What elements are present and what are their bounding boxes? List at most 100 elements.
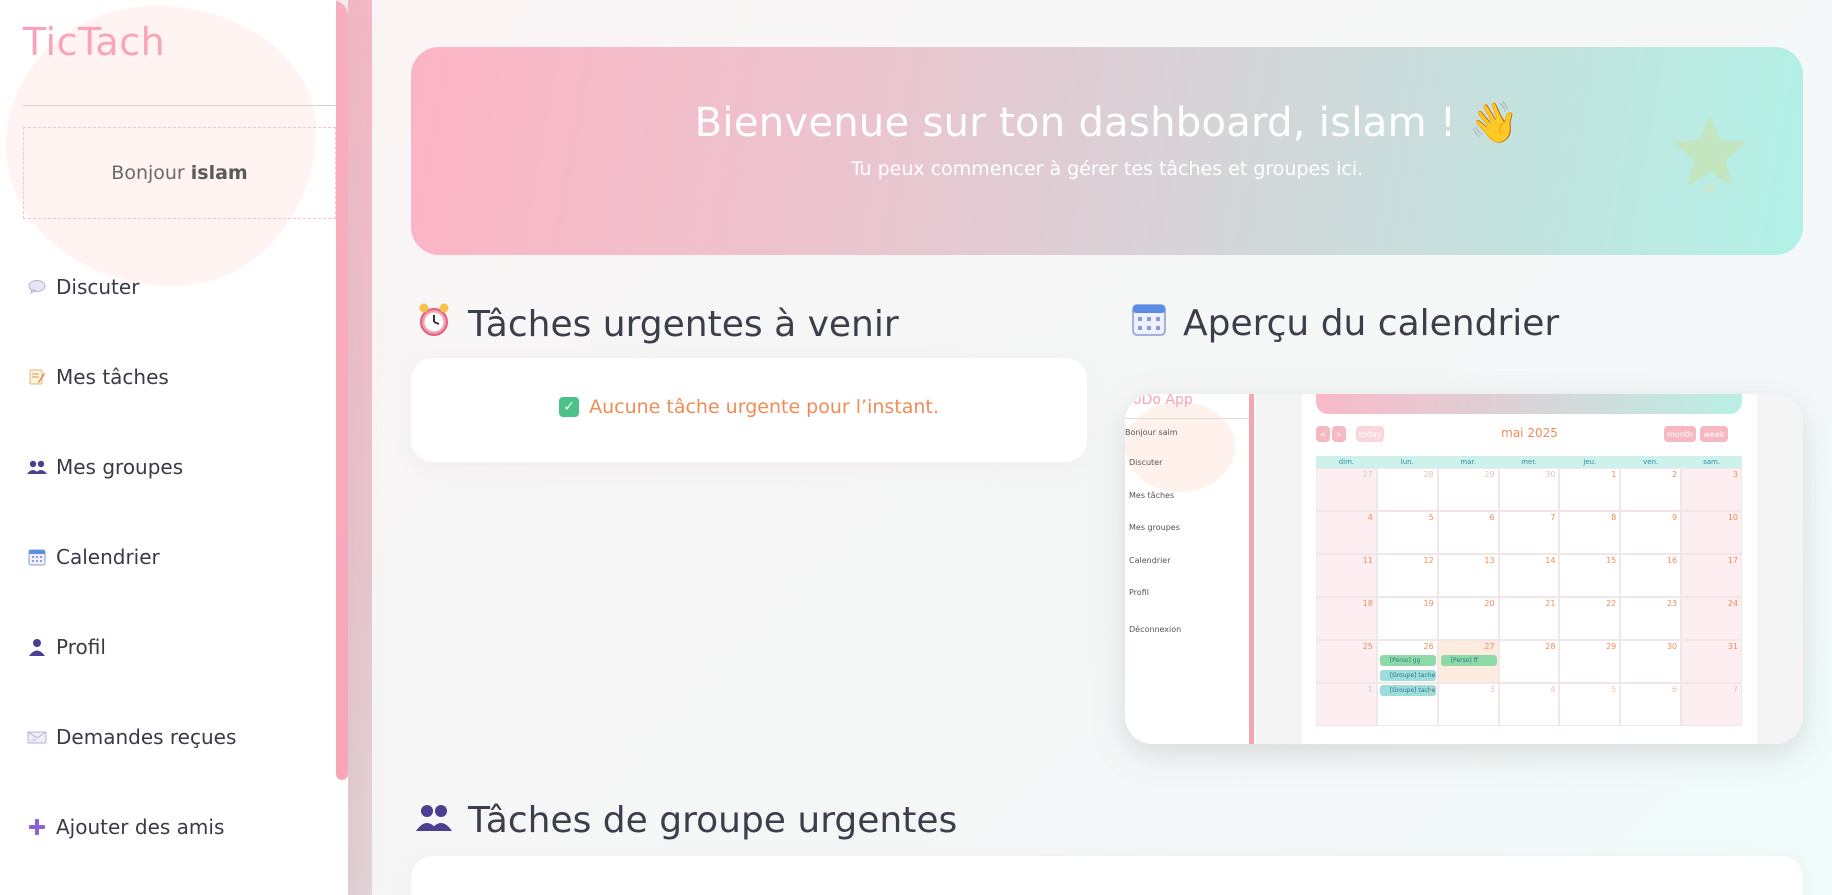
weekday-label: jeu.	[1583, 458, 1597, 466]
mini-calendar-day: 7	[1498, 511, 1560, 554]
mini-calendar-day: 29	[1559, 640, 1621, 683]
mini-calendar-grid: dim. lun. mar. mer. jeu. ven. sam. 27 28 2…	[1316, 456, 1742, 726]
mini-calendar-topbar	[1316, 394, 1742, 414]
mini-calendar-day: 24	[1681, 597, 1742, 640]
mini-week-button: week	[1700, 426, 1728, 442]
mini-calendar-day: 21	[1498, 597, 1560, 640]
incoming-envelope-icon	[26, 726, 48, 748]
sidebar-nav: Discuter Mes tâches Mes groupes Calendri…	[0, 242, 336, 872]
mini-weekday-header: dim. lun. mar. mer. jeu. ven. sam.	[1316, 456, 1742, 468]
mini-calendar-day: 4	[1316, 511, 1377, 554]
mini-calendar-day: 2	[1620, 468, 1682, 511]
mini-calendar-day: 5	[1376, 511, 1438, 554]
calendar-preview-title: Aperçu du calendrier	[1183, 302, 1560, 344]
weekday-label: mar.	[1460, 458, 1476, 466]
group-urgent-heading: Tâches de groupe urgentes	[416, 800, 957, 841]
mini-calendar-day: 19	[1376, 597, 1438, 640]
sidebar-item-calendrier[interactable]: Calendrier	[0, 512, 336, 602]
plus-icon	[26, 816, 48, 838]
star-decoration-icon	[1668, 110, 1752, 198]
memo-icon	[26, 366, 48, 388]
mini-calendar-day: 12	[1376, 554, 1438, 597]
sidebar-item-demandes-recues[interactable]: Demandes reçues	[0, 692, 336, 782]
weekday-label: dim.	[1338, 458, 1355, 466]
mini-calendar-day: 16	[1620, 554, 1682, 597]
sidebar-item-label: Profil	[56, 635, 106, 659]
mini-calendar-day: 27 [Perso] ff	[1437, 640, 1499, 683]
mini-calendar-day: 8	[1559, 511, 1621, 554]
mini-calendar-day: 1	[1316, 683, 1377, 726]
greeting-text: Bonjour	[111, 162, 185, 184]
sidebar-item-ajouter-des-amis[interactable]: Ajouter des amis	[0, 782, 336, 872]
no-urgent-tasks-message: ✓ Aucune tâche urgente pour l’instant.	[411, 396, 1087, 418]
mini-calendar-day: 9	[1620, 511, 1682, 554]
mini-divider	[1125, 418, 1250, 419]
mini-calendar-day: 2	[1376, 683, 1438, 726]
alarm-clock-icon	[416, 302, 452, 346]
sidebar-item-mes-taches[interactable]: Mes tâches	[0, 332, 336, 422]
weekday-label: lun.	[1400, 458, 1414, 466]
mini-nav-item: Calendrier	[1129, 556, 1171, 565]
mini-nav-item: Déconnexion	[1129, 625, 1182, 634]
calendar-icon	[1131, 302, 1167, 344]
sidebar-scrollbar[interactable]	[336, 0, 348, 780]
mini-calendar-day: 10	[1681, 511, 1742, 554]
app-logo[interactable]: TicTach	[23, 20, 165, 64]
mini-calendar-event: [Perso] gg	[1379, 655, 1436, 666]
mini-calendar-day: 4	[1498, 683, 1560, 726]
mini-calendar-week: 18 19 20 21 22 23 24	[1316, 597, 1742, 640]
mini-calendar-day: 18	[1316, 597, 1377, 640]
users-icon	[416, 802, 452, 840]
welcome-banner: Bienvenue sur ton dashboard, islam ! 👋 T…	[411, 47, 1803, 255]
mini-calendar-day: 28	[1376, 468, 1438, 511]
mini-calendar-week: 1234567	[1316, 683, 1742, 726]
check-mark-icon: ✓	[559, 397, 580, 417]
mini-calendar-day: 7	[1681, 683, 1742, 726]
sidebar-item-discuter[interactable]: Discuter	[0, 242, 336, 332]
mini-calendar-week: 11 12 13 14 15 16 17	[1316, 554, 1742, 597]
mini-calendar-day: 26[Perso] gg[Groupe] tache 1[Groupe] tac…	[1376, 640, 1438, 696]
welcome-title: Bienvenue sur ton dashboard, islam ! 👋	[694, 100, 1520, 146]
divider	[23, 105, 336, 106]
mini-calendar-day: 15	[1559, 554, 1621, 597]
mini-calendar-rows: 27 28 29 30 1 2 3 4 5 6 7 8 9 10 11 12 13 14 15 16 17 18 19 20 2…	[1316, 468, 1742, 726]
mini-calendar: < > today mai 2025 month week dim. lun. …	[1302, 394, 1757, 744]
mini-calendar-day: 30	[1620, 640, 1682, 683]
calendar-icon	[26, 546, 48, 568]
weekday-label: mer.	[1521, 458, 1537, 466]
sidebar-item-label: Demandes reçues	[56, 725, 237, 749]
sidebar-item-mes-groupes[interactable]: Mes groupes	[0, 422, 336, 512]
sidebar-item-label: Mes groupes	[56, 455, 184, 479]
empty-message-text: Aucune tâche urgente pour l’instant.	[589, 396, 939, 418]
group-urgent-title: Tâches de groupe urgentes	[468, 800, 958, 841]
mini-calendar-week: 4 5 6 7 8 9 10	[1316, 511, 1742, 554]
mini-calendar-day: 14	[1498, 554, 1560, 597]
mini-sidebar: oDo App Bonjour saim Discuter Mes tâches…	[1125, 394, 1253, 744]
calendar-preview-image[interactable]: oDo App Bonjour saim Discuter Mes tâches…	[1125, 394, 1803, 744]
user-icon	[26, 636, 48, 658]
mini-calendar-day: 3	[1437, 683, 1499, 726]
mini-calendar-day: 11	[1316, 554, 1377, 597]
urgent-tasks-title: Tâches urgentes à venir	[468, 303, 899, 345]
greeting-username: islam	[190, 162, 248, 184]
mini-calendar-day: 6	[1437, 511, 1499, 554]
mini-calendar-day: 1	[1559, 468, 1621, 511]
mini-calendar-day: 31	[1681, 640, 1742, 683]
users-icon	[26, 456, 48, 478]
mini-calendar-day: 6	[1620, 683, 1682, 726]
sidebar-item-label: Mes tâches	[56, 365, 169, 389]
mini-calendar-event: [Groupe] tache 1	[1379, 670, 1436, 681]
mini-calendar-week: 2526[Perso] gg[Groupe] tache 1[Groupe] t…	[1316, 640, 1742, 696]
mini-sidebar-blob	[1125, 402, 1235, 492]
mini-nav-item: Mes groupes	[1129, 523, 1180, 532]
mini-calendar-day: 20	[1437, 597, 1499, 640]
mini-calendar-day: 29	[1437, 468, 1499, 511]
sidebar-item-profil[interactable]: Profil	[0, 602, 336, 692]
mini-calendar-day: 25	[1316, 640, 1377, 683]
mini-calendar-day: 23	[1620, 597, 1682, 640]
mini-calendar-event: [Perso] ff	[1440, 655, 1497, 666]
mini-calendar-week: 27 28 29 30 1 2 3	[1316, 468, 1742, 511]
group-urgent-card	[411, 856, 1803, 895]
urgent-tasks-card: ✓ Aucune tâche urgente pour l’instant.	[411, 358, 1087, 462]
mini-calendar-day: 5	[1559, 683, 1621, 726]
